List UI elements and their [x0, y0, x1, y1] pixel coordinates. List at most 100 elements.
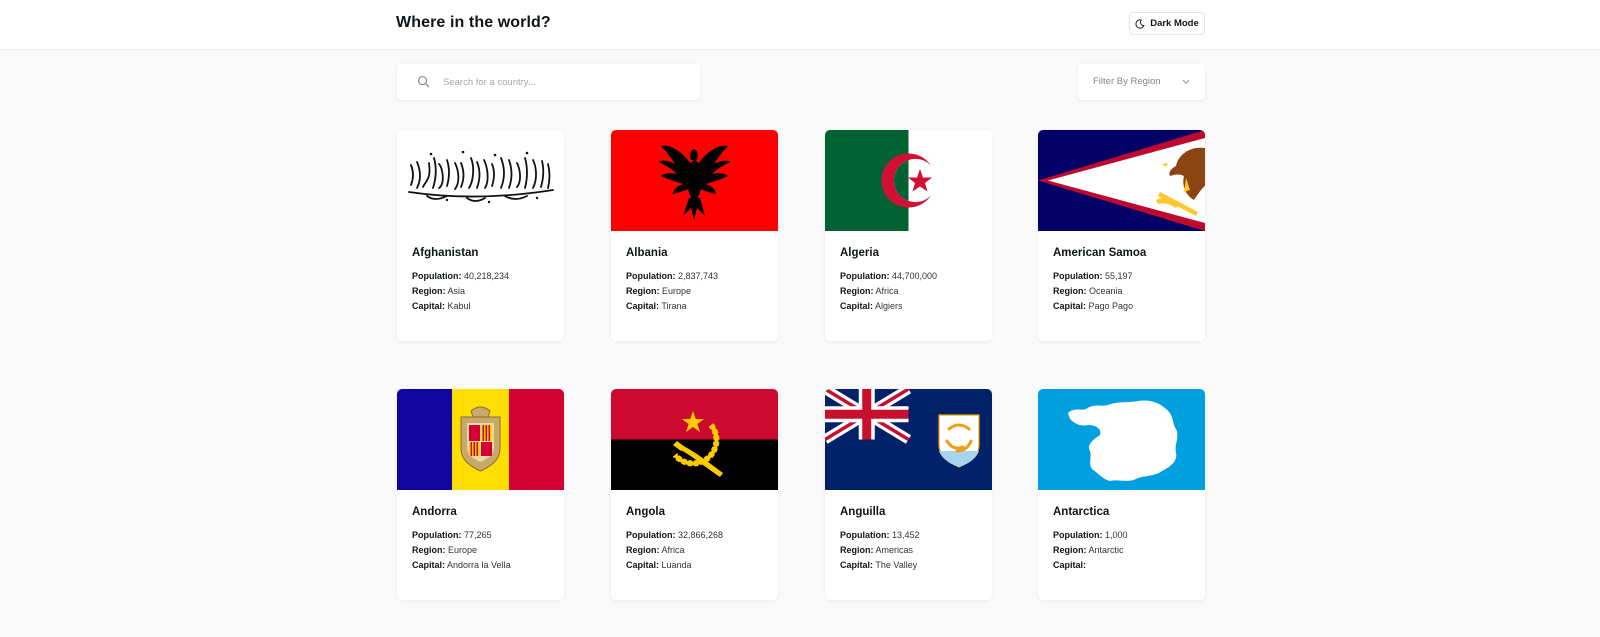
- region-line: Region: Europe: [626, 286, 691, 296]
- country-name: Antarctica: [1053, 506, 1110, 518]
- region-value: Africa: [661, 545, 685, 555]
- moon-icon: [1135, 18, 1145, 29]
- region-line: Region: Africa: [626, 545, 685, 555]
- flag-andorra: [397, 389, 564, 490]
- capital-value: The Valley: [875, 560, 918, 570]
- region-label: Region:: [626, 545, 660, 555]
- population-line: Population: 32,866,268: [626, 530, 723, 540]
- population-value: 77,265: [464, 530, 492, 540]
- population-label: Population:: [840, 271, 890, 281]
- search-input[interactable]: [443, 73, 683, 91]
- country-card-albania[interactable]: Albania Population: 2,837,743 Region: Eu…: [611, 130, 778, 341]
- capital-value: Andorra la Vella: [447, 560, 511, 570]
- capital-value: Pago Pago: [1088, 301, 1134, 311]
- region-line: Region: Asia: [412, 286, 465, 296]
- capital-value: Luanda: [661, 560, 692, 570]
- population-line: Population: 55,197: [1053, 271, 1133, 281]
- population-value: 32,866,268: [678, 530, 724, 540]
- country-name: Anguilla: [840, 506, 886, 518]
- angola-flag-image: [611, 389, 778, 490]
- population-line: Population: 1,000: [1053, 530, 1128, 540]
- flag-albania: [611, 130, 778, 231]
- region-line: Region: Europe: [412, 545, 477, 555]
- capital-label: Capital:: [626, 301, 660, 311]
- flag-antarctica: [1038, 389, 1205, 490]
- country-card-afghanistan[interactable]: Afghanistan Population: 40,218,234 Regio…: [397, 130, 564, 341]
- american-samoa-flag-image: [1038, 130, 1205, 231]
- country-card-anguilla[interactable]: Anguilla Population: 13,452 Region: Amer…: [825, 389, 992, 600]
- population-value: 1,000: [1105, 530, 1128, 540]
- region-value: Americas: [875, 545, 914, 555]
- population-label: Population:: [840, 530, 890, 540]
- country-card-american-samoa[interactable]: American Samoa Population: 55,197 Region…: [1038, 130, 1205, 341]
- capital-line: Capital: Luanda: [626, 560, 692, 570]
- population-value: 44,700,000: [892, 271, 938, 281]
- region-value: Europe: [662, 286, 692, 296]
- region-value: Oceania: [1089, 286, 1123, 296]
- flag-algeria: [825, 130, 992, 231]
- region-line: Region: Oceania: [1053, 286, 1123, 296]
- capital-label: Capital:: [840, 560, 874, 570]
- capital-label: Capital:: [1053, 301, 1087, 311]
- population-label: Population:: [626, 530, 676, 540]
- anguilla-flag-image: [825, 389, 992, 490]
- capital-value: Algiers: [875, 301, 903, 311]
- country-card-algeria[interactable]: Algeria Population: 44,700,000 Region: A…: [825, 130, 992, 341]
- population-label: Population:: [412, 530, 462, 540]
- chevron-down-icon: [1182, 79, 1190, 85]
- country-card-andorra[interactable]: Andorra Population: 77,265 Region: Europ…: [397, 389, 564, 600]
- flag-angola: [611, 389, 778, 490]
- country-name: Andorra: [412, 506, 457, 518]
- flag-anguilla: [825, 389, 992, 490]
- capital-line: Capital: Kabul: [412, 301, 471, 311]
- capital-label: Capital:: [412, 301, 446, 311]
- country-name: Albania: [626, 247, 668, 259]
- search-bar: [397, 64, 700, 100]
- population-value: 40,218,234: [464, 271, 510, 281]
- afghanistan-flag-image: [397, 130, 564, 231]
- region-label: Region:: [840, 545, 874, 555]
- capital-value: Kabul: [447, 301, 471, 311]
- country-name: Afghanistan: [412, 247, 479, 259]
- region-label: Region:: [626, 286, 660, 296]
- capital-label: Capital:: [840, 301, 874, 311]
- region-value: Asia: [447, 286, 466, 296]
- region-label: Region:: [840, 286, 874, 296]
- region-line: Region: Americas: [840, 545, 913, 555]
- population-value: 13,452: [892, 530, 920, 540]
- region-filter-dropdown[interactable]: Filter By Region: [1078, 64, 1205, 100]
- capital-line: Capital: Andorra la Vella: [412, 560, 511, 570]
- region-label: Region:: [1053, 286, 1087, 296]
- dark-mode-toggle-button[interactable]: Dark Mode: [1129, 12, 1205, 35]
- capital-line: Capital: Tirana: [626, 301, 687, 311]
- country-card-angola[interactable]: Angola Population: 32,866,268 Region: Af…: [611, 389, 778, 600]
- population-value: 2,837,743: [678, 271, 719, 281]
- andorra-flag-image: [397, 389, 564, 490]
- population-line: Population: 77,265: [412, 530, 492, 540]
- region-label: Region:: [412, 545, 446, 555]
- region-line: Region: Africa: [840, 286, 899, 296]
- albania-flag-image: [611, 130, 778, 231]
- search-icon: [417, 75, 430, 88]
- country-card-antarctica[interactable]: Antarctica Population: 1,000 Region: Ant…: [1038, 389, 1205, 600]
- region-value: Antarctic: [1088, 545, 1124, 555]
- flag-afghanistan: [397, 130, 564, 231]
- app-header: Where in the world? Dark Mode: [0, 0, 1600, 50]
- flag-american-samoa: [1038, 130, 1205, 231]
- region-line: Region: Antarctic: [1053, 545, 1124, 555]
- capital-line: Capital: Algiers: [840, 301, 903, 311]
- country-name: Algeria: [840, 247, 879, 259]
- country-name: American Samoa: [1053, 247, 1147, 259]
- region-label: Region:: [1053, 545, 1087, 555]
- capital-line: Capital: The Valley: [840, 560, 917, 570]
- dark-mode-label: Dark Mode: [1150, 18, 1199, 29]
- region-filter-label: Filter By Region: [1093, 76, 1161, 87]
- region-value: Europe: [448, 545, 478, 555]
- population-line: Population: 40,218,234: [412, 271, 509, 281]
- population-label: Population:: [1053, 271, 1103, 281]
- region-value: Africa: [875, 286, 899, 296]
- capital-value: Tirana: [661, 301, 687, 311]
- population-label: Population:: [626, 271, 676, 281]
- antarctica-flag-image: [1038, 389, 1205, 490]
- population-line: Population: 44,700,000: [840, 271, 937, 281]
